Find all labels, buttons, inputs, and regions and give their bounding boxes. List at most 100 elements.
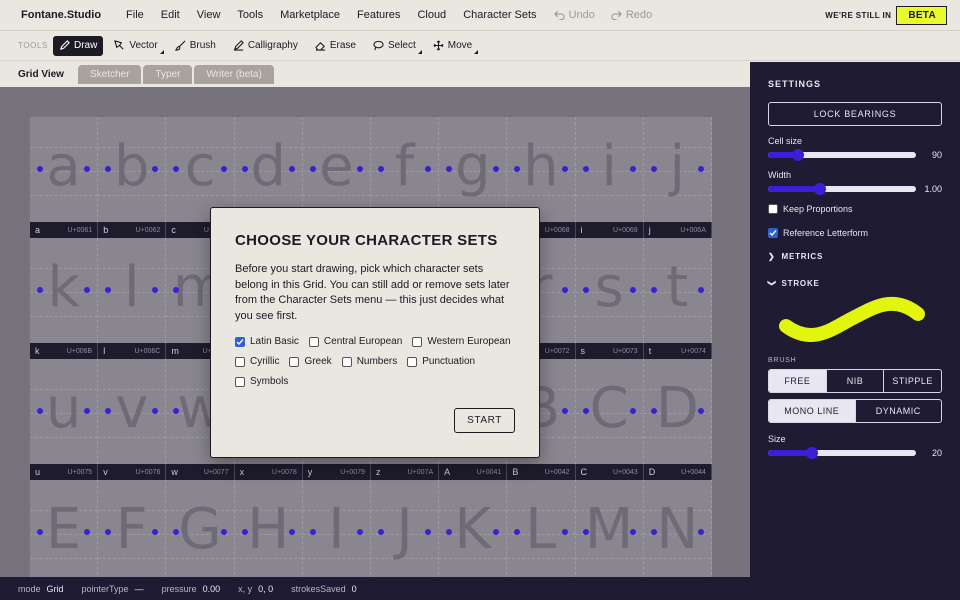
right-bearing-handle[interactable] — [629, 287, 636, 293]
tool-move[interactable]: Move — [427, 36, 479, 56]
left-bearing-handle[interactable] — [650, 166, 657, 172]
menu-file[interactable]: File — [126, 9, 144, 21]
glyph-cell[interactable]: J — [370, 480, 440, 577]
menu-view[interactable]: View — [197, 9, 221, 21]
menu-tools[interactable]: Tools — [237, 9, 263, 21]
size-handle[interactable] — [806, 447, 819, 459]
brush-stipple-option[interactable]: STIPPLE — [884, 370, 941, 392]
tool-erase[interactable]: Erase — [309, 36, 362, 56]
reference-letterform-option[interactable]: Reference Letterform — [768, 228, 942, 238]
numbers-checkbox[interactable] — [341, 356, 352, 367]
option-latin-basic[interactable]: Latin Basic — [235, 336, 299, 347]
option-cyrillic[interactable]: Cyrillic — [235, 356, 279, 367]
option-western-european[interactable]: Western European — [412, 336, 511, 347]
left-bearing-handle[interactable] — [377, 529, 384, 535]
left-bearing-handle[interactable] — [309, 529, 316, 535]
brush-nib-option[interactable]: NIB — [827, 370, 885, 392]
tool-brush[interactable]: Brush — [169, 36, 222, 56]
right-bearing-handle[interactable] — [356, 529, 363, 535]
dynamic-option[interactable]: DYNAMIC — [856, 400, 942, 422]
left-bearing-handle[interactable] — [582, 166, 589, 172]
menu-character-sets[interactable]: Character Sets — [463, 9, 536, 21]
start-button[interactable]: START — [454, 408, 515, 433]
right-bearing-handle[interactable] — [288, 166, 295, 172]
right-bearing-handle[interactable] — [561, 408, 568, 414]
glyph-cell[interactable]: C — [575, 359, 644, 464]
left-bearing-handle[interactable] — [37, 287, 43, 293]
keep-proportions-option[interactable]: Keep Proportions — [768, 204, 942, 214]
tab-writer[interactable]: Writer (beta) — [194, 65, 274, 84]
right-bearing-handle[interactable] — [697, 166, 704, 172]
right-bearing-handle[interactable] — [697, 408, 704, 414]
left-bearing-handle[interactable] — [650, 287, 657, 293]
cell-size-slider[interactable] — [768, 149, 916, 161]
left-bearing-handle[interactable] — [582, 529, 589, 535]
glyph-cell[interactable]: k — [30, 238, 99, 343]
option-numbers[interactable]: Numbers — [341, 356, 397, 367]
left-bearing-handle[interactable] — [37, 408, 43, 414]
left-bearing-handle[interactable] — [37, 529, 43, 535]
right-bearing-handle[interactable] — [220, 166, 227, 172]
latin-basic-checkbox[interactable] — [235, 336, 245, 347]
glyph-cell[interactable]: I — [302, 480, 371, 577]
width-slider[interactable] — [768, 183, 916, 195]
option-greek[interactable]: Greek — [289, 356, 332, 367]
glyph-cell[interactable]: K — [439, 480, 508, 577]
menu-features[interactable]: Features — [357, 9, 400, 21]
glyph-cell[interactable]: F — [98, 480, 167, 577]
symbols-checkbox[interactable] — [235, 376, 245, 387]
glyph-cell[interactable]: v — [98, 359, 167, 464]
central-european-checkbox[interactable] — [308, 336, 319, 347]
tab-grid-view[interactable]: Grid View — [18, 69, 64, 80]
left-bearing-handle[interactable] — [650, 408, 657, 414]
left-bearing-handle[interactable] — [582, 287, 589, 293]
left-bearing-handle[interactable] — [377, 166, 384, 172]
right-bearing-handle[interactable] — [356, 166, 363, 172]
lock-bearings-button[interactable]: LOCK BEARINGS — [768, 102, 942, 126]
brand-logo[interactable]: Fontane.Studio — [21, 9, 101, 21]
brush-free-option[interactable]: FREE — [769, 370, 827, 392]
right-bearing-handle[interactable] — [629, 408, 636, 414]
glyph-cell[interactable]: M — [575, 480, 644, 577]
right-bearing-handle[interactable] — [697, 287, 704, 293]
undo-button[interactable]: Undo — [553, 9, 595, 21]
glyph-cell[interactable]: i — [575, 117, 644, 222]
right-bearing-handle[interactable] — [629, 529, 636, 535]
right-bearing-handle[interactable] — [697, 529, 704, 535]
tool-vector[interactable]: Vector — [108, 36, 164, 56]
western-european-checkbox[interactable] — [412, 336, 423, 347]
tool-select[interactable]: Select — [367, 36, 422, 56]
glyph-cell[interactable]: j — [643, 117, 712, 222]
menu-marketplace[interactable]: Marketplace — [280, 9, 340, 21]
tab-typer[interactable]: Typer — [143, 65, 193, 84]
right-bearing-handle[interactable] — [561, 529, 568, 535]
stroke-section-toggle[interactable]: ❯ STROKE — [767, 279, 942, 288]
right-bearing-handle[interactable] — [561, 287, 568, 293]
left-bearing-handle[interactable] — [650, 529, 657, 535]
glyph-cell[interactable]: H — [234, 480, 303, 577]
glyph-cell[interactable]: E — [30, 480, 99, 577]
punctuation-checkbox[interactable] — [407, 356, 418, 367]
right-bearing-handle[interactable] — [288, 529, 295, 535]
glyph-cell[interactable]: N — [643, 480, 712, 577]
glyph-cell[interactable]: t — [643, 238, 712, 343]
right-bearing-handle[interactable] — [220, 529, 227, 535]
left-bearing-handle[interactable] — [37, 166, 43, 172]
option-punctuation[interactable]: Punctuation — [407, 356, 475, 367]
cell-size-handle[interactable] — [791, 149, 804, 161]
glyph-cell[interactable]: u — [30, 359, 99, 464]
left-bearing-handle[interactable] — [582, 408, 589, 414]
metrics-section-toggle[interactable]: ❯ METRICS — [768, 252, 942, 261]
glyph-cell[interactable]: D — [643, 359, 712, 464]
tool-calligraphy[interactable]: Calligraphy — [227, 36, 304, 56]
size-slider[interactable] — [768, 447, 916, 459]
menu-edit[interactable]: Edit — [161, 9, 180, 21]
left-bearing-handle[interactable] — [241, 529, 248, 535]
cyrillic-checkbox[interactable] — [235, 356, 245, 367]
glyph-cell[interactable]: s — [575, 238, 644, 343]
right-bearing-handle[interactable] — [629, 166, 636, 172]
glyph-cell[interactable]: G — [166, 480, 235, 577]
left-bearing-handle[interactable] — [309, 166, 316, 172]
option-symbols[interactable]: Symbols — [235, 376, 288, 387]
left-bearing-handle[interactable] — [241, 166, 248, 172]
